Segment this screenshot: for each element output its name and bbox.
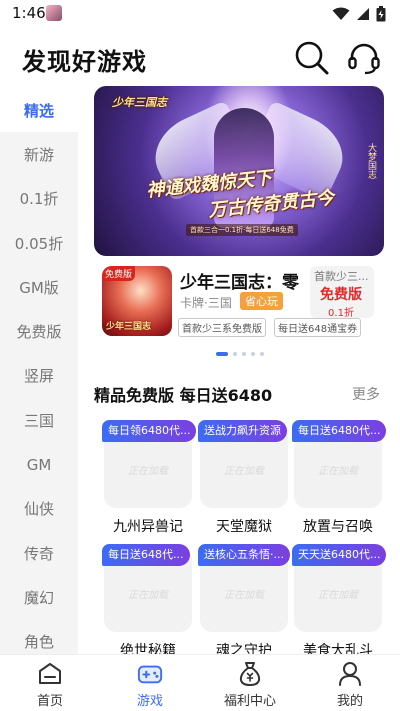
- loading-placeholder: 正在加载: [318, 466, 358, 477]
- thumb-logo: 少年三国志: [106, 322, 152, 332]
- game-name: 少年三国志：零: [180, 273, 299, 293]
- sidebar-item-new[interactable]: 新游: [0, 132, 78, 176]
- header: 发现好游戏: [0, 28, 400, 88]
- sidebar-item-0.1-discount[interactable]: 0.1折: [0, 177, 78, 221]
- money-bag-icon: [237, 661, 263, 687]
- nav-profile[interactable]: 我的: [300, 655, 400, 711]
- sidebar-item-legend[interactable]: 传奇: [0, 531, 78, 575]
- signal-icon: [357, 8, 369, 20]
- loading-placeholder: 正在加载: [224, 466, 264, 477]
- sidebar-item-xianxia[interactable]: 仙侠: [0, 487, 78, 531]
- section-title: 精品免费版 每日送6480: [94, 386, 273, 405]
- nav-home-label: 首页: [36, 694, 63, 709]
- bottom-navigation: 首页 游戏 福利中心 我的: [0, 654, 400, 711]
- customer-service-button[interactable]: [344, 38, 384, 78]
- game-tile-tag: 每日领6480代...: [102, 420, 196, 442]
- carousel-dot[interactable]: [242, 352, 246, 356]
- home-icon: [37, 661, 63, 687]
- carousel-dot[interactable]: [233, 352, 237, 356]
- game-tile-name: 放置与召唤: [303, 519, 373, 535]
- banner-side-text: 大梦国志: [366, 143, 376, 179]
- game-category: 卡牌·三国: [180, 296, 232, 310]
- sidebar-item-free-version[interactable]: 免费版: [0, 309, 78, 353]
- battery-icon: [376, 6, 386, 22]
- sidebar-item-fantasy[interactable]: 魔幻: [0, 575, 78, 619]
- loading-placeholder: 正在加载: [224, 590, 264, 601]
- sidebar-item-rpg[interactable]: 角色: [0, 620, 78, 654]
- banner-subtitle: 首款三合一0.1折·每日送648免费: [186, 224, 298, 236]
- game-thumbnail: 免费版 少年三国志: [102, 266, 172, 336]
- sidebar-item-gm[interactable]: GM: [0, 442, 78, 486]
- gamepad-icon: [137, 661, 163, 687]
- sidebar-item-gm-version[interactable]: GM版: [0, 265, 78, 309]
- free-version-badge: 免费版 0.1折: [312, 284, 370, 320]
- game-tile[interactable]: 正在加载 每日送648代... 绝世秘籍: [102, 544, 194, 662]
- game-tile[interactable]: 正在加载 送战力飙升资源 天堂魔狱: [198, 420, 290, 538]
- game-tile-tag: 送核心五条悟·...: [198, 544, 290, 566]
- carousel-indicator: [216, 352, 264, 356]
- loading-placeholder: 正在加载: [128, 466, 168, 477]
- nav-welfare-center[interactable]: 福利中心: [200, 655, 300, 711]
- promo-banner[interactable]: 少年三国志 大梦国志 神通戏魏惊天下 万古传奇贯古今 首款三合一0.1折·每日送…: [94, 86, 384, 256]
- loading-placeholder: 正在加载: [128, 590, 168, 601]
- sidebar-item-featured[interactable]: 精选: [0, 88, 78, 133]
- game-feature-chip: 首款少三系免费版: [178, 318, 266, 337]
- featured-game-card[interactable]: 免费版 少年三国志 少年三国志：零 卡牌·三国 省心玩 首款少三系免费版 每日送…: [102, 266, 384, 338]
- game-tile-tag: 每日送6480代...: [292, 420, 386, 442]
- game-tile[interactable]: 正在加载 天天送6480代... 美食大乱斗: [292, 544, 386, 662]
- search-icon: [295, 41, 329, 75]
- game-feature-chip: 每日送648通宝券: [274, 318, 362, 337]
- notification-avatar-icon: [46, 5, 62, 21]
- free-badge-discount: 0.1折: [328, 308, 354, 319]
- nav-welfare-label: 福利中心: [223, 694, 276, 709]
- status-bar: 1:46: [0, 0, 400, 28]
- more-link[interactable]: 更多: [352, 384, 380, 404]
- game-tile-name: 天堂魔狱: [216, 519, 272, 535]
- free-badge-title: 免费版: [320, 287, 362, 303]
- thumb-free-badge: 免费版: [102, 266, 136, 281]
- page-title: 发现好游戏: [22, 48, 147, 76]
- profile-icon: [337, 661, 363, 687]
- game-tag: 省心玩: [240, 292, 283, 310]
- game-tile-tag: 每日送648代...: [102, 544, 190, 566]
- carousel-dot[interactable]: [216, 352, 228, 356]
- carousel-dot[interactable]: [260, 352, 264, 356]
- status-time: 1:46: [12, 4, 46, 22]
- game-tile-tag: 送战力飙升资源: [198, 420, 287, 442]
- loading-placeholder: 正在加载: [318, 590, 358, 601]
- game-tile[interactable]: 正在加载 送核心五条悟·... 魂之守护: [198, 544, 290, 662]
- headset-icon: [348, 43, 380, 75]
- nav-games-label: 游戏: [136, 694, 163, 709]
- search-button[interactable]: [292, 38, 332, 78]
- carousel-dot[interactable]: [251, 352, 255, 356]
- sidebar-item-three-kingdoms[interactable]: 三国: [0, 398, 78, 442]
- nav-games[interactable]: 游戏: [100, 655, 200, 711]
- nav-profile-label: 我的: [336, 694, 363, 709]
- game-tile-tag: 天天送6480代...: [292, 544, 386, 566]
- wifi-icon: [332, 7, 350, 20]
- game-tile[interactable]: 正在加载 每日送6480代... 放置与召唤: [292, 420, 386, 538]
- banner-logo: 少年三国志: [112, 96, 167, 109]
- promo-text: 首款少三...: [314, 270, 369, 283]
- sidebar-item-portrait[interactable]: 竖屏: [0, 354, 78, 398]
- game-tile[interactable]: 正在加载 每日领6480代... 九州异兽记: [102, 420, 196, 538]
- category-sidebar: 精选 新游 0.1折 0.05折 GM版 免费版 竖屏 三国 GM 仙侠 传奇 …: [0, 88, 78, 654]
- status-icons: [332, 6, 386, 22]
- nav-home[interactable]: 首页: [0, 655, 100, 711]
- game-tile-name: 九州异兽记: [113, 519, 183, 535]
- sidebar-item-0.05-discount[interactable]: 0.05折: [0, 221, 78, 265]
